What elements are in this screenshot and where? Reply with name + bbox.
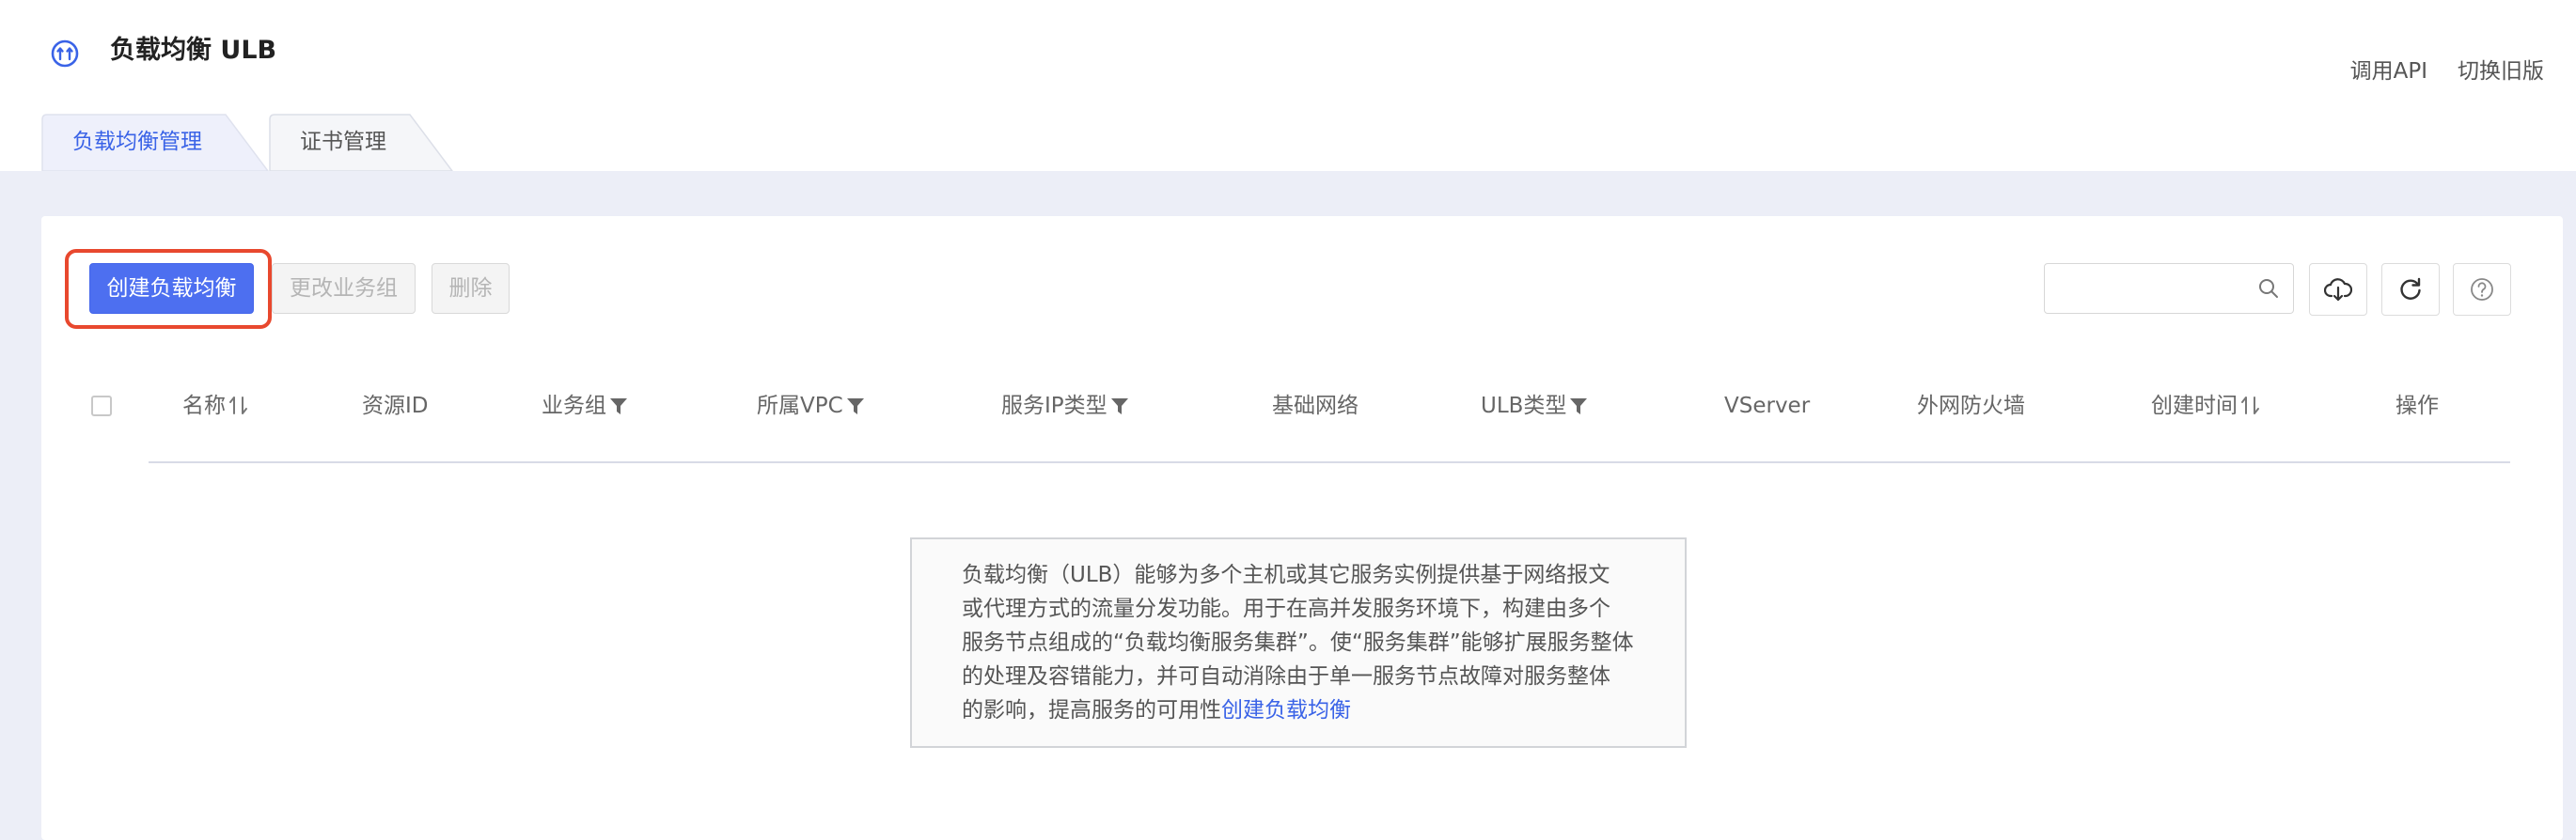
column-header-resource-id: 资源ID — [362, 389, 429, 423]
tab-certificate-management[interactable]: 证书管理 — [269, 114, 453, 171]
filter-icon[interactable] — [1110, 396, 1129, 416]
top-links: 调用API 切换旧版 — [2350, 53, 2544, 85]
search-box — [2044, 263, 2294, 314]
create-ulb-link[interactable]: 创建负载均衡 — [1221, 698, 1351, 723]
cloud-download-icon — [2324, 278, 2352, 302]
filter-icon[interactable] — [846, 396, 865, 416]
page-title: 负载均衡 ULB — [110, 36, 277, 65]
column-header-business-group[interactable]: 业务组 — [542, 389, 628, 423]
help-icon — [2471, 278, 2493, 301]
change-group-button[interactable]: 更改业务组 — [272, 263, 416, 314]
column-header-firewall: 外网防火墙 — [1917, 389, 2025, 423]
search-input[interactable] — [2056, 264, 2248, 313]
sort-icon[interactable] — [2240, 394, 2261, 418]
select-all-checkbox[interactable] — [91, 396, 112, 416]
column-header-basic-network: 基础网络 — [1272, 389, 1359, 423]
column-header-vserver: VServer — [1724, 389, 1810, 423]
tab-label: 负载均衡管理 — [72, 130, 202, 154]
create-ulb-button[interactable]: 创建负载均衡 — [89, 263, 254, 314]
info-line: 负载均衡（ULB）能够为多个主机或其它服务实例提供基于网络报文 — [962, 563, 1610, 587]
column-label: 业务组 — [542, 394, 606, 418]
column-header-created-time[interactable]: 创建时间 — [2151, 389, 2261, 423]
filter-icon[interactable] — [609, 396, 628, 416]
column-label: 资源ID — [362, 394, 429, 418]
table-divider — [149, 461, 2510, 463]
column-header-actions: 操作 — [2395, 389, 2439, 423]
empty-state-info: 负载均衡（ULB）能够为多个主机或其它服务实例提供基于网络报文 或代理方式的流量… — [910, 537, 1687, 748]
sort-icon[interactable] — [228, 394, 249, 418]
column-label: 基础网络 — [1272, 394, 1359, 418]
help-button[interactable] — [2453, 263, 2511, 316]
column-label: 创建时间 — [2151, 394, 2238, 418]
info-line: 的处理及容错能力，并可自动消除由于单一服务节点故障对服务整体 — [962, 664, 1610, 689]
delete-button[interactable]: 删除 — [432, 263, 510, 314]
info-line: 或代理方式的流量分发功能。用于在高并发服务环境下，构建由多个 — [962, 597, 1610, 621]
switch-old-version-link[interactable]: 切换旧版 — [2458, 53, 2544, 85]
info-line-last: 的影响，提高服务的可用性创建负载均衡 — [962, 693, 1636, 727]
column-header-service-ip-type[interactable]: 服务IP类型 — [1001, 389, 1129, 423]
refresh-button[interactable] — [2381, 263, 2440, 316]
download-button[interactable] — [2309, 263, 2367, 316]
column-label: 所属VPC — [757, 394, 843, 418]
info-text: 的影响，提高服务的可用性 — [962, 698, 1221, 723]
column-header-vpc[interactable]: 所属VPC — [757, 389, 865, 423]
info-line: 服务节点组成的“负载均衡服务集群”。使“服务集群”能够扩展服务整体 — [962, 630, 1634, 655]
column-header-name[interactable]: 名称 — [182, 389, 249, 423]
refresh-icon — [2400, 277, 2421, 300]
tab-ulb-management[interactable]: 负载均衡管理 — [41, 114, 269, 171]
column-label: 服务IP类型 — [1001, 394, 1107, 418]
column-label: ULB类型 — [1481, 394, 1567, 418]
call-api-link[interactable]: 调用API — [2350, 53, 2427, 85]
filter-icon[interactable] — [1569, 396, 1588, 416]
column-label: 操作 — [2395, 394, 2439, 418]
column-header-ulb-type[interactable]: ULB类型 — [1481, 389, 1588, 423]
column-label: VServer — [1724, 394, 1811, 418]
column-label: 名称 — [182, 394, 226, 418]
tab-label: 证书管理 — [300, 130, 386, 154]
column-label: 外网防火墙 — [1917, 394, 2025, 418]
ulb-icon — [51, 39, 79, 68]
search-icon[interactable] — [2257, 277, 2280, 300]
